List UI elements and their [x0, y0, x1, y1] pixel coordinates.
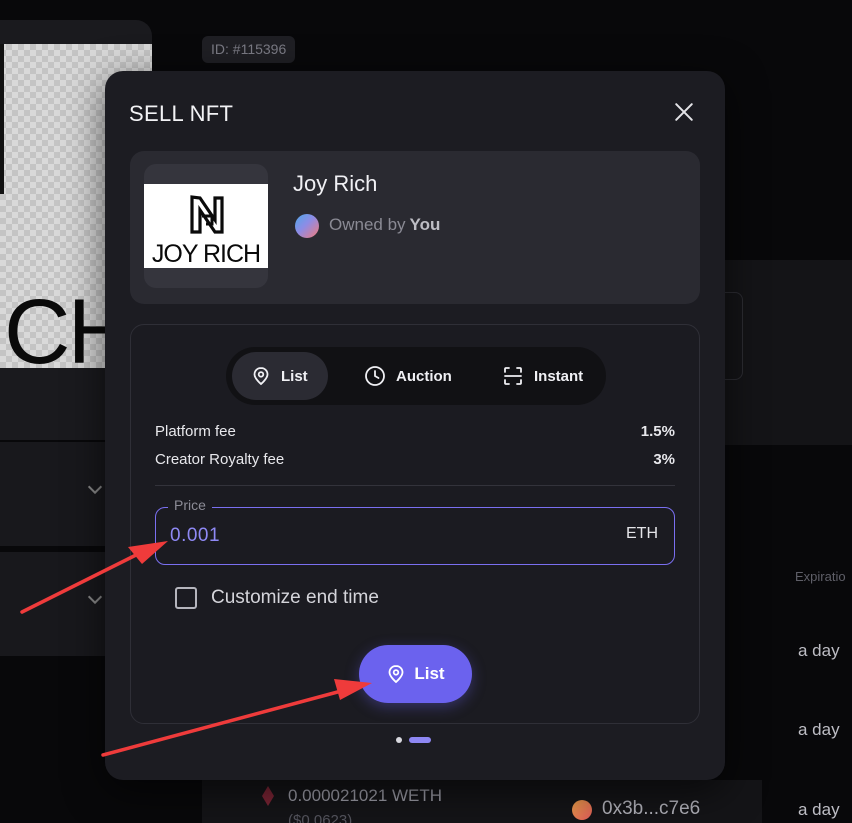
step-pager [396, 737, 431, 743]
owner-name[interactable]: You [410, 215, 441, 234]
customize-end-time-toggle[interactable]: Customize end time [175, 587, 379, 609]
price-input[interactable] [170, 520, 570, 552]
list-submit-button[interactable]: List [359, 645, 472, 703]
divider [155, 485, 675, 486]
clock-icon [365, 366, 385, 386]
owner-info: Owned by You [329, 215, 440, 235]
fee-value: 3% [653, 451, 675, 468]
owner-avatar [295, 214, 319, 238]
fee-label: Platform fee [155, 423, 236, 440]
modal-title: SELL NFT [129, 101, 234, 126]
sell-nft-modal: SELL NFT JOY RICH Joy Rich Owned byYou [105, 71, 725, 780]
nft-thumbnail: JOY RICH [144, 164, 268, 288]
tag-icon [388, 665, 404, 684]
list-submit-label: List [414, 664, 445, 683]
nft-name: Joy Rich [293, 171, 378, 196]
row-from-address[interactable]: 0x3b...c7e6 [602, 798, 700, 820]
address-avatar [572, 800, 592, 820]
expiration-column-header: Expiratio [795, 569, 846, 584]
fee-label: Creator Royalty fee [155, 451, 285, 468]
owner-prefix: Owned by [329, 215, 406, 234]
price-label: Price [168, 497, 212, 513]
tab-instant[interactable]: Instant [482, 352, 603, 400]
platform-fee-row: Platform fee 1.5% [155, 423, 675, 440]
tab-auction[interactable]: Auction [344, 352, 472, 400]
tag-icon [253, 367, 269, 386]
creator-royalty-fee-row: Creator Royalty fee 3% [155, 451, 675, 468]
close-icon[interactable] [671, 99, 697, 125]
price-field: Price ETH [155, 497, 675, 565]
tab-list-label: List [281, 367, 308, 385]
tab-list[interactable]: List [232, 352, 328, 400]
row-price-usd: ($0.0623) [288, 812, 353, 823]
row-expiration: a day [798, 720, 840, 739]
row-expiration: a day [798, 800, 840, 819]
chevron-down-icon [87, 589, 103, 605]
customize-end-time-label: Customize end time [211, 587, 379, 608]
row-price: 0.000021021 WETH [288, 786, 443, 805]
nft-id-badge: ID: #115396 [202, 36, 296, 63]
nft-summary-card: JOY RICH Joy Rich Owned by You [130, 151, 700, 304]
customize-end-time-checkbox[interactable] [175, 587, 197, 609]
fee-value: 1.5% [640, 423, 675, 440]
sale-type-tabs: List Auction Instant [226, 347, 606, 405]
tab-instant-label: Instant [534, 367, 584, 385]
price-currency: ETH [626, 525, 658, 542]
pager-dot[interactable] [396, 737, 402, 743]
chevron-down-icon [87, 479, 103, 495]
pager-dot-active[interactable] [409, 737, 431, 743]
tab-auction-label: Auction [396, 367, 452, 385]
scan-icon [504, 367, 522, 385]
joy-rich-logo-mark-icon [190, 195, 224, 234]
price-panel [725, 260, 852, 445]
sell-form: List Auction Instant Platform fee 1.5% C… [130, 324, 700, 724]
joy-rich-logo-text: JOY RICH [151, 240, 261, 268]
row-expiration: a day [798, 641, 840, 660]
joy-rich-logo: JOY RICH [144, 184, 268, 268]
